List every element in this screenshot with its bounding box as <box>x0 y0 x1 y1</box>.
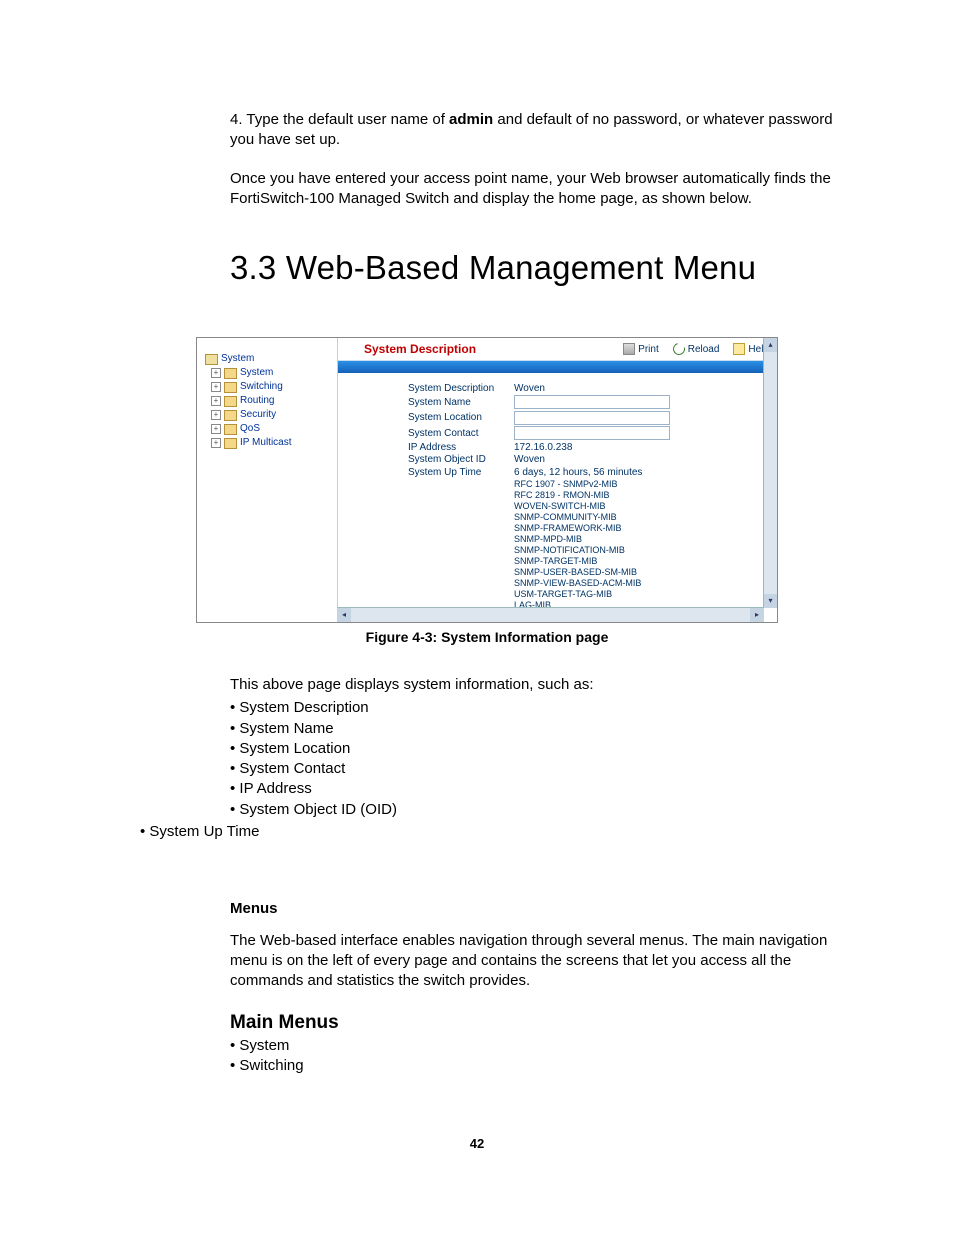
tool-label: Print <box>638 344 659 355</box>
folder-icon <box>205 354 218 365</box>
main-menus-list: System Switching <box>230 1036 844 1077</box>
folder-icon <box>224 410 237 421</box>
mib-entry: SNMP-MPD-MIB <box>514 534 777 545</box>
field-label: System Up Time <box>408 467 514 478</box>
system-name-input[interactable] <box>514 395 670 409</box>
menus-paragraph: The Web-based interface enables navigati… <box>230 931 844 992</box>
main-menus-heading: Main Menus <box>230 1012 854 1034</box>
mib-entry: SNMP-TARGET-MIB <box>514 556 777 567</box>
field-label: System Object ID <box>408 454 514 465</box>
info-bullet-list: System Description System Name System Lo… <box>230 698 844 820</box>
nav-root[interactable]: System <box>205 352 337 366</box>
nav-item-security[interactable]: + Security <box>211 408 337 422</box>
print-button[interactable]: Print <box>623 343 659 355</box>
field-value: Woven <box>514 383 545 394</box>
reload-button[interactable]: Reload <box>673 343 720 355</box>
mib-entry: SNMP-VIEW-BASED-ACM-MIB <box>514 578 777 589</box>
nav-item-label: Routing <box>240 394 274 408</box>
step4-bold: admin <box>449 111 493 128</box>
bullet-item: System Location <box>230 739 844 759</box>
mib-entry: RFC 1907 - SNMPv2-MIB <box>514 479 777 490</box>
bullet-item: System <box>230 1036 844 1056</box>
expand-icon[interactable]: + <box>211 424 221 434</box>
field-label: System Description <box>408 383 514 394</box>
expand-icon[interactable]: + <box>211 382 221 392</box>
outdent-bullet: System Up Time <box>140 823 854 840</box>
bullet-item: System Description <box>230 698 844 718</box>
page-number: 42 <box>100 1136 854 1151</box>
tool-label: Reload <box>688 344 720 355</box>
field-value: 6 days, 12 hours, 56 minutes <box>514 467 642 478</box>
folder-icon <box>224 424 237 435</box>
mib-entry: SNMP-COMMUNITY-MIB <box>514 512 777 523</box>
folder-icon <box>224 396 237 407</box>
nav-item-label: System <box>240 366 273 380</box>
field-value: Woven <box>514 454 545 465</box>
expand-icon[interactable]: + <box>211 368 221 378</box>
bullet-item: System Contact <box>230 759 844 779</box>
mib-entry: SNMP-NOTIFICATION-MIB <box>514 545 777 556</box>
nav-item-qos[interactable]: + QoS <box>211 422 337 436</box>
vertical-scrollbar[interactable]: ▴ ▾ <box>763 338 777 608</box>
intro-para2: Once you have entered your access point … <box>230 169 844 210</box>
scroll-left-icon[interactable]: ◂ <box>337 608 351 622</box>
nav-item-label: Switching <box>240 380 283 394</box>
nav-item-switching[interactable]: + Switching <box>211 380 337 394</box>
mib-entry: WOVEN-SWITCH-MIB <box>514 501 777 512</box>
expand-icon[interactable]: + <box>211 410 221 420</box>
nav-item-label: Security <box>240 408 276 422</box>
folder-icon <box>224 382 237 393</box>
reload-icon <box>671 341 687 357</box>
figure-caption: Figure 4-3: System Information page <box>120 629 854 645</box>
nav-item-system[interactable]: + System <box>211 366 337 380</box>
help-icon <box>733 343 745 355</box>
mib-entry: USM-TARGET-TAG-MIB <box>514 589 777 600</box>
bullet-item: System Name <box>230 719 844 739</box>
system-contact-input[interactable] <box>514 426 670 440</box>
intro-paragraphs: 4. Type the default user name of admin a… <box>230 110 844 209</box>
scroll-right-icon[interactable]: ▸ <box>750 608 764 622</box>
field-label: System Contact <box>408 428 514 439</box>
nav-tree: System +System +Switching +Routing +Secu… <box>197 338 337 622</box>
step4-prefix: 4. Type the default user name of <box>230 111 449 128</box>
field-label: System Location <box>408 412 514 423</box>
nav-item-routing[interactable]: + Routing <box>211 394 337 408</box>
mib-entry: RFC 2819 - RMON-MIB <box>514 490 777 501</box>
field-label: IP Address <box>408 442 514 453</box>
folder-icon <box>224 438 237 449</box>
field-value: 172.16.0.238 <box>514 442 572 453</box>
system-location-input[interactable] <box>514 411 670 425</box>
panel-header: System Description Print Reload Help <box>338 338 777 361</box>
post-figure-lead: This above page displays system informat… <box>230 675 844 695</box>
nav-item-label: IP Multicast <box>240 436 292 450</box>
screenshot-frame: System +System +Switching +Routing +Secu… <box>196 337 778 623</box>
menus-heading: Menus <box>230 900 854 917</box>
mib-entry: SNMP-FRAMEWORK-MIB <box>514 523 777 534</box>
expand-icon[interactable]: + <box>211 438 221 448</box>
nav-root-label: System <box>221 352 254 366</box>
bullet-item: System Object ID (OID) <box>230 800 844 820</box>
separator-bar <box>338 361 777 373</box>
field-label: System Name <box>408 397 514 408</box>
scroll-down-icon[interactable]: ▾ <box>764 594 777 608</box>
bullet-item: IP Address <box>230 779 844 799</box>
bullet-item: Switching <box>230 1056 844 1076</box>
horizontal-scrollbar[interactable]: ◂ ▸ <box>337 607 764 622</box>
section-title: 3.3 Web-Based Management Menu <box>230 249 854 287</box>
nav-item-label: QoS <box>240 422 260 436</box>
expand-icon[interactable]: + <box>211 396 221 406</box>
mib-list: RFC 1907 - SNMPv2-MIB RFC 2819 - RMON-MI… <box>514 479 777 622</box>
mib-entry: SNMP-USER-BASED-SM-MIB <box>514 567 777 578</box>
print-icon <box>623 343 635 355</box>
panel-title: System Description <box>364 342 476 356</box>
folder-icon <box>224 368 237 379</box>
nav-item-ipmulticast[interactable]: + IP Multicast <box>211 436 337 450</box>
scroll-up-icon[interactable]: ▴ <box>764 338 777 352</box>
